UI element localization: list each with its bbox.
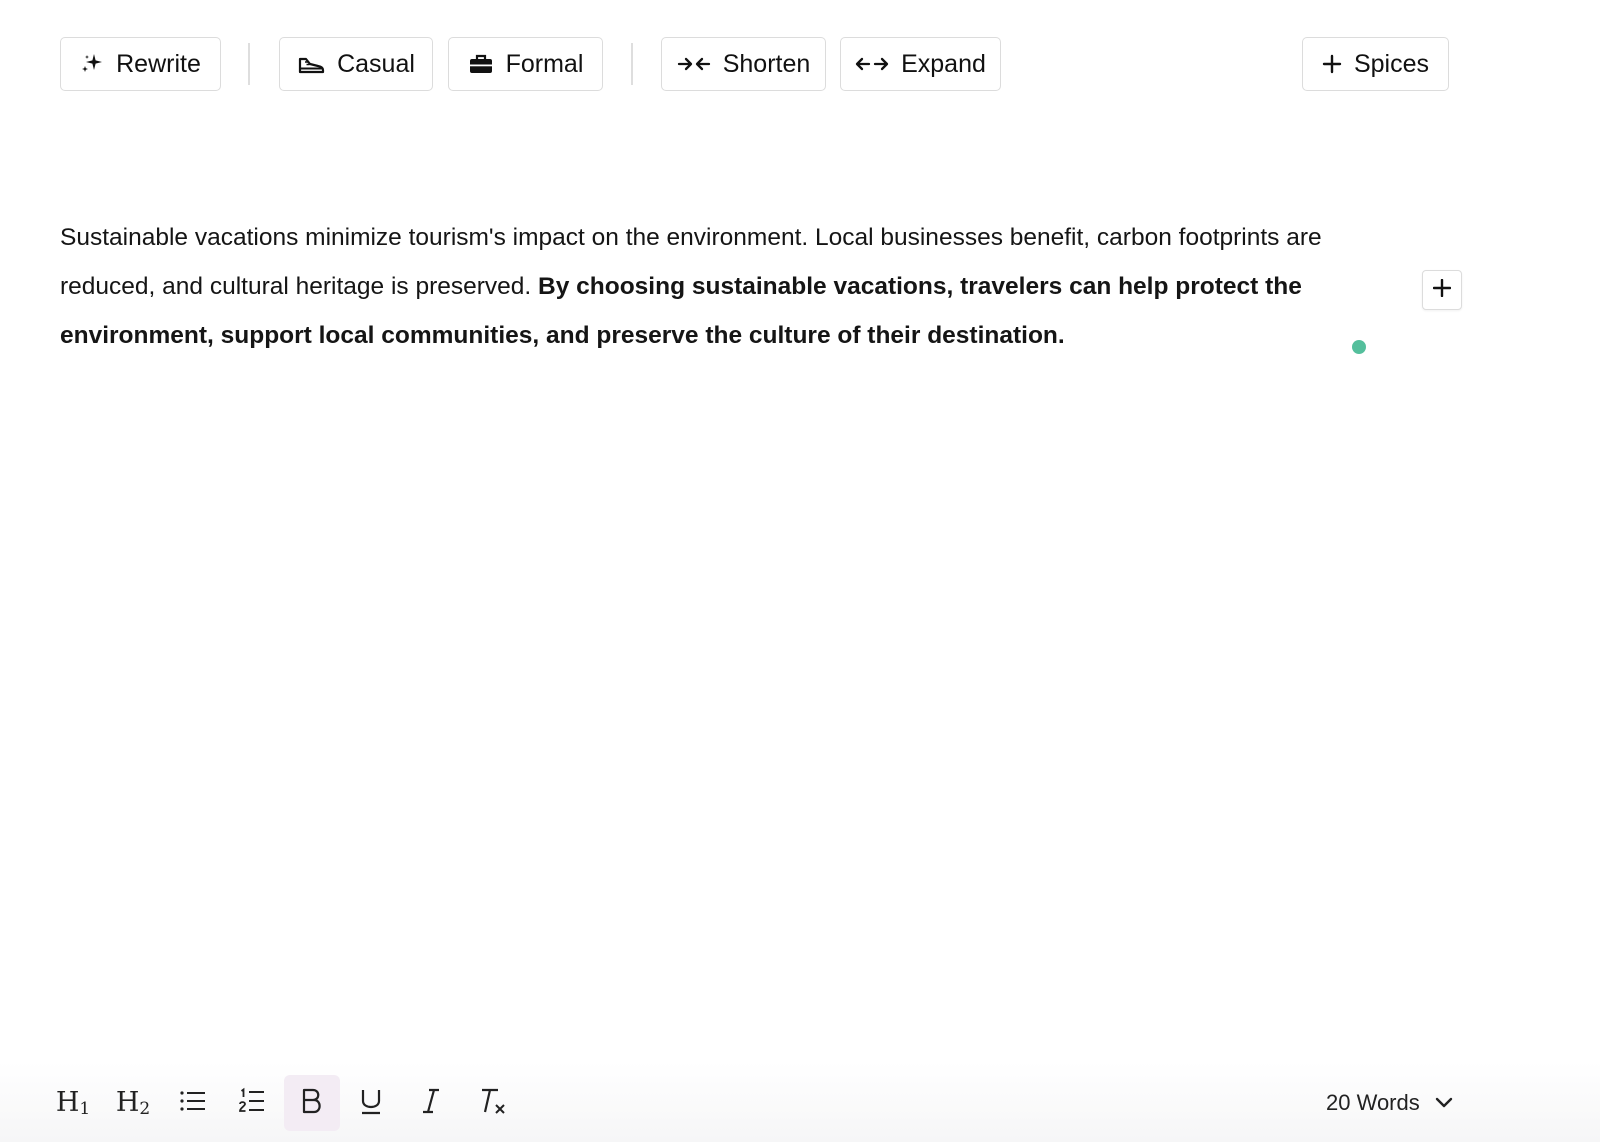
insert-block-button[interactable] — [1422, 270, 1462, 310]
sparkle-icon — [80, 52, 104, 76]
clear-format-icon — [477, 1087, 507, 1120]
plus-icon — [1322, 54, 1342, 74]
h2-icon: H2 — [115, 1087, 151, 1119]
h1-icon: H1 — [55, 1087, 91, 1119]
formal-label: Formal — [505, 49, 584, 78]
spices-label: Spices — [1353, 49, 1430, 78]
casual-label: Casual — [337, 49, 415, 78]
shorten-label: Shorten — [722, 49, 811, 78]
rewrite-label: Rewrite — [116, 49, 201, 78]
bullet-list-button[interactable] — [165, 1075, 221, 1131]
heading-1-button[interactable]: H1 — [45, 1075, 101, 1131]
editor-text[interactable]: Sustainable vacations minimize tourism's… — [60, 213, 1360, 360]
italic-button[interactable] — [403, 1075, 459, 1131]
arrows-inward-icon — [677, 54, 711, 74]
arrows-outward-icon — [855, 54, 889, 74]
shorten-button[interactable]: Shorten — [661, 37, 826, 91]
sneaker-icon — [297, 53, 325, 75]
toolbar-divider — [631, 43, 633, 85]
bullet-list-icon — [179, 1089, 207, 1118]
expand-button[interactable]: Expand — [840, 37, 1001, 91]
toolbar-divider — [248, 43, 250, 85]
status-dot — [1352, 340, 1366, 354]
word-count-dropdown[interactable]: 20 Words — [1326, 1087, 1454, 1119]
clear-formatting-button[interactable] — [464, 1075, 520, 1131]
formal-button[interactable]: Formal — [448, 37, 603, 91]
casual-button[interactable]: Casual — [279, 37, 433, 91]
heading-2-button[interactable]: H2 — [105, 1075, 161, 1131]
spices-button[interactable]: Spices — [1302, 37, 1449, 91]
italic-icon — [420, 1087, 442, 1120]
plus-icon — [1432, 278, 1452, 302]
expand-label: Expand — [901, 49, 986, 78]
rewrite-button[interactable]: Rewrite — [60, 37, 221, 91]
numbered-list-button[interactable] — [224, 1075, 280, 1131]
underline-button[interactable] — [343, 1075, 399, 1131]
word-count-label: 20 Words — [1326, 1090, 1420, 1115]
bold-button[interactable] — [284, 1075, 340, 1131]
editor-page: Rewrite Casual Formal Shorten Expand Spi… — [0, 0, 1600, 1142]
briefcase-icon — [468, 53, 494, 75]
numbered-list-icon — [238, 1087, 266, 1120]
underline-icon — [359, 1087, 383, 1120]
chevron-down-icon — [1434, 1090, 1454, 1116]
bold-icon — [300, 1087, 324, 1120]
